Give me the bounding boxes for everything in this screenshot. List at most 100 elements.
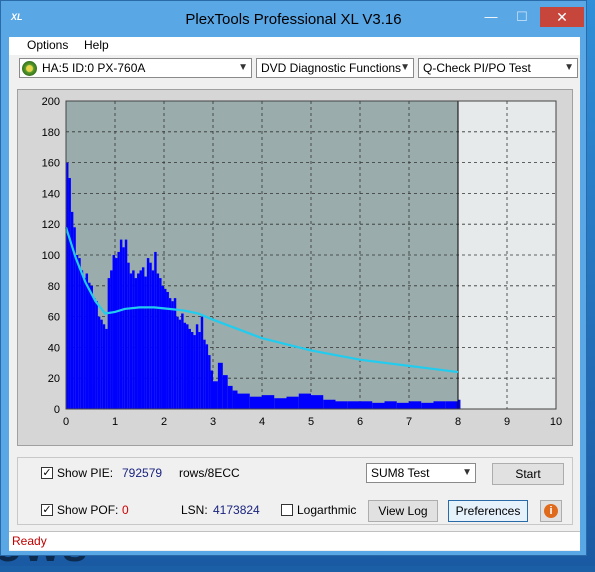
pie-bar <box>286 396 299 409</box>
function-select[interactable]: DVD Diagnostic Functions ▼ <box>256 58 414 78</box>
pie-bar <box>159 278 162 409</box>
pie-bar <box>137 273 140 409</box>
pie-bar <box>181 313 184 409</box>
pie-bar <box>203 339 206 409</box>
pie-bar <box>85 273 89 409</box>
pie-bar <box>249 396 262 409</box>
status-bar: Ready <box>9 531 580 550</box>
pie-bar <box>83 278 86 409</box>
pie-bar <box>146 258 150 409</box>
drive-select-value: HA:5 ID:0 PX-760A <box>42 61 146 75</box>
minimize-button[interactable]: — <box>478 7 504 27</box>
status-text: Ready <box>12 534 47 548</box>
y-tick-label: 200 <box>42 96 60 108</box>
y-tick-label: 0 <box>54 404 60 416</box>
menu-bar: Options Help <box>9 37 580 55</box>
sum-test-value: SUM8 Test <box>371 466 430 480</box>
title-bar[interactable]: XL PlexTools Professional XL V3.16 — ☐ ✕ <box>1 1 586 37</box>
test-select-value: Q-Check PI/PO Test <box>423 61 531 75</box>
x-tick-label: 0 <box>63 416 69 428</box>
pie-bar <box>95 301 98 409</box>
pie-bar <box>274 398 287 409</box>
x-tick-label: 3 <box>210 416 216 428</box>
start-button[interactable]: Start <box>492 463 564 485</box>
poe-value: 0 <box>122 503 129 517</box>
pie-bar <box>78 258 81 409</box>
pie-bar <box>100 319 103 409</box>
pie-bar <box>433 401 446 409</box>
menu-help[interactable]: Help <box>84 38 109 52</box>
x-tick-label: 8 <box>455 416 461 428</box>
y-tick-label: 180 <box>42 127 60 139</box>
pie-bar <box>161 285 164 409</box>
options-panel: ✓ Show PIE: 792579 rows/8ECC SUM8 Test ▼… <box>17 457 573 525</box>
pie-bar <box>107 278 111 409</box>
chevron-down-icon: ▼ <box>462 467 472 478</box>
chevron-down-icon: ▼ <box>400 62 410 73</box>
pie-bar <box>75 255 79 409</box>
pie-bar <box>210 370 213 409</box>
view-log-button[interactable]: View Log <box>368 500 438 522</box>
pie-bar <box>323 399 336 409</box>
pie-bar <box>193 335 196 409</box>
pie-bar <box>232 390 238 409</box>
x-tick-label: 7 <box>406 416 412 428</box>
pie-bar <box>262 395 275 409</box>
pie-bar <box>154 251 157 409</box>
maximize-button[interactable]: ☐ <box>509 7 535 27</box>
chart-area: 0 1 2 3 4 5 6 7 8 9 10 0 20 40 60 80 100 120 140 160 180 200 <box>17 89 573 446</box>
logarithmic-label: Logarthmic <box>297 503 357 517</box>
chevron-down-icon: ▼ <box>564 62 574 73</box>
pie-bar <box>124 239 128 409</box>
x-tick-label: 10 <box>550 416 562 428</box>
pie-bar <box>149 262 152 409</box>
pie-bar <box>200 316 204 409</box>
pie-bar <box>173 298 177 409</box>
client-area: Options Help HA:5 ID:0 PX-760A ▼ DVD Dia… <box>9 37 580 551</box>
pie-bar <box>132 270 135 409</box>
pie-bar <box>134 278 138 409</box>
x-tick-label: 2 <box>161 416 167 428</box>
pie-bar <box>213 381 218 409</box>
pie-bar <box>360 401 373 409</box>
show-poe-label: Show POF: <box>57 503 119 517</box>
pie-bar <box>227 385 233 409</box>
pie-bar <box>188 328 191 409</box>
pie-bar <box>445 401 458 409</box>
pie-bar <box>347 401 360 409</box>
x-tick-label: 4 <box>259 416 265 428</box>
pie-bar <box>168 298 172 409</box>
y-tick-label: 120 <box>42 219 60 231</box>
pie-bar <box>335 401 348 409</box>
pie-bar <box>141 267 145 409</box>
preferences-button[interactable]: Preferences <box>448 500 528 522</box>
logarithmic-checkbox[interactable] <box>281 504 293 516</box>
pie-bar <box>88 282 91 409</box>
pie-bar <box>112 255 115 409</box>
pie-bar <box>119 239 123 409</box>
info-button[interactable]: i <box>540 500 562 522</box>
drive-select[interactable]: HA:5 ID:0 PX-760A ▼ <box>19 58 252 78</box>
pie-bar <box>176 316 179 409</box>
pie-bar <box>164 288 167 409</box>
pie-bar <box>115 258 118 409</box>
pie-unit: rows/8ECC <box>179 466 240 480</box>
pie-bar <box>178 319 182 409</box>
x-tick-label: 9 <box>504 416 510 428</box>
pie-bar <box>198 332 201 409</box>
show-pie-checkbox[interactable]: ✓ <box>41 467 53 479</box>
sum-test-select[interactable]: SUM8 Test ▼ <box>366 463 476 483</box>
test-select[interactable]: Q-Check PI/PO Test ▼ <box>418 58 578 78</box>
close-button[interactable]: ✕ <box>540 7 584 27</box>
y-tick-label: 60 <box>48 312 60 324</box>
show-poe-checkbox[interactable]: ✓ <box>41 504 53 516</box>
y-tick-label: 40 <box>48 342 60 354</box>
pie-bar <box>183 322 187 409</box>
pie-bar <box>151 270 155 409</box>
pie-bar <box>222 375 228 409</box>
pie-bar <box>68 178 71 409</box>
pie-bar <box>237 393 250 409</box>
menu-options[interactable]: Options <box>27 38 68 52</box>
pie-bar <box>186 324 189 409</box>
chevron-down-icon: ▼ <box>238 62 248 73</box>
